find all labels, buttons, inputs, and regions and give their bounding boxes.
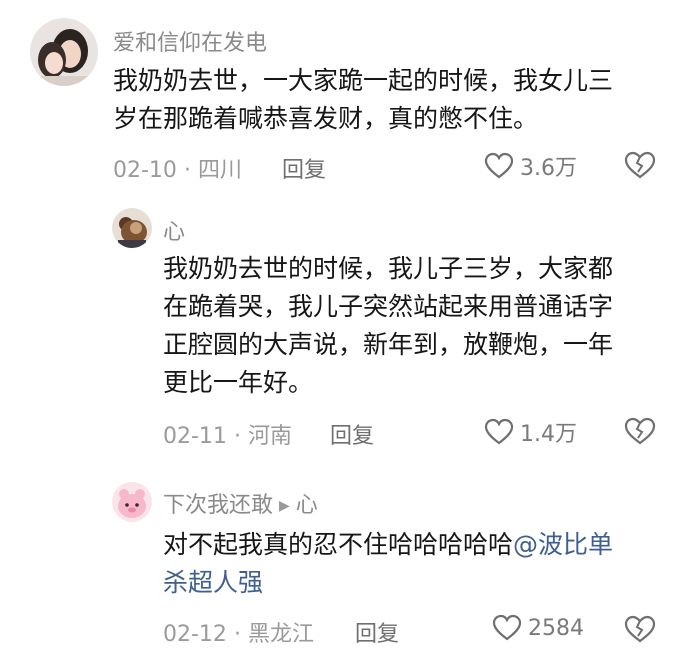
avatar-photo-icon — [30, 18, 98, 86]
dislike-button[interactable] — [624, 614, 656, 648]
heart-icon — [492, 614, 522, 641]
reply-arrow-icon: ▶ — [279, 498, 290, 514]
meta-dot: · — [233, 424, 248, 449]
broken-heart-icon — [624, 151, 656, 179]
comment-3: 下次我还敢 ▶ 心 对不起我真的忍不住哈哈哈哈哈@波比单 杀超人强 02-12 · … — [0, 460, 690, 665]
dislike-button[interactable] — [624, 416, 656, 450]
avatar-photo-icon — [112, 208, 152, 248]
like-count: 1.4万 — [520, 422, 577, 447]
comment-text: 我奶奶去世的时候，我儿子三岁，大家都 在跪着哭，我儿子突然站起来用普通话字 正腔… — [163, 250, 613, 402]
comment-location: 四川 — [197, 158, 242, 183]
comment-text-line: 更比一年好。 — [163, 368, 314, 397]
avatar[interactable] — [112, 482, 152, 522]
comment-text-line: 岁在那跪着喊恭喜发财，真的憋不住。 — [113, 104, 539, 133]
comment-date: 02-12 — [163, 622, 227, 647]
avatar[interactable] — [112, 208, 152, 248]
meta-dot: · — [183, 158, 198, 183]
broken-heart-icon — [624, 615, 656, 643]
comment-location: 河南 — [247, 424, 292, 449]
heart-icon — [484, 152, 514, 179]
comment-text-line: 我奶奶去世，一大家跪一起的时候，我女儿三 — [113, 66, 614, 95]
comment-date: 02-10 — [113, 158, 177, 183]
broken-heart-icon — [624, 417, 656, 445]
comment-text-line: 正腔圆的大声说，新年到，放鞭炮，一年 — [163, 330, 614, 359]
comment-meta: 02-12 · 黑龙江 — [163, 616, 314, 648]
comment-meta: 02-10 · 四川 — [113, 152, 242, 184]
reply-author[interactable]: 下次我还敢 — [163, 493, 273, 518]
reply-button[interactable]: 回复 — [282, 152, 326, 184]
comment-2: 心 我奶奶去世的时候，我儿子三岁，大家都 在跪着哭，我儿子突然站起来用普通话字 … — [0, 190, 690, 460]
reply-button[interactable]: 回复 — [355, 616, 399, 648]
meta-dot: · — [233, 622, 248, 647]
avatar[interactable] — [30, 18, 98, 86]
like-count: 3.6万 — [520, 156, 577, 181]
like-button[interactable]: 3.6万 — [484, 150, 577, 182]
comment-text: 对不起我真的忍不住哈哈哈哈哈@波比单 杀超人强 — [163, 526, 613, 602]
reply-target[interactable]: 心 — [296, 493, 318, 518]
like-button[interactable]: 2584 — [492, 614, 584, 642]
comment-text-line: 在跪着哭，我儿子突然站起来用普通话字 — [163, 292, 614, 321]
comment-location: 黑龙江 — [247, 622, 314, 647]
comment-meta: 02-11 · 河南 — [163, 418, 292, 450]
comment-text-line: 对不起我真的忍不住哈哈哈哈哈@波比单 — [163, 526, 613, 564]
reply-button[interactable]: 回复 — [330, 418, 374, 450]
dislike-button[interactable] — [624, 150, 656, 184]
comment-date: 02-11 — [163, 424, 227, 449]
username[interactable]: 爱和信仰在发电 — [113, 25, 267, 57]
comment-1: 爱和信仰在发电 我奶奶去世，一大家跪一起的时候，我女儿三 岁在那跪着喊恭喜发财，… — [0, 0, 690, 190]
like-button[interactable]: 1.4万 — [484, 416, 577, 448]
comment-text-line: 我奶奶去世的时候，我儿子三岁，大家都 — [163, 254, 614, 283]
like-count: 2584 — [528, 615, 584, 641]
username[interactable]: 心 — [163, 214, 185, 246]
comment-text: 我奶奶去世，一大家跪一起的时候，我女儿三 岁在那跪着喊恭喜发财，真的憋不住。 — [113, 62, 613, 138]
username: 下次我还敢 ▶ 心 — [163, 487, 318, 519]
mention-link[interactable]: 杀超人强 — [163, 564, 613, 602]
comment-text-segment: 对不起我真的忍不住哈哈哈哈哈 — [163, 530, 514, 559]
heart-icon — [484, 418, 514, 445]
avatar-cartoon-icon — [112, 482, 152, 522]
mention-link[interactable]: @波比单 — [513, 530, 613, 559]
